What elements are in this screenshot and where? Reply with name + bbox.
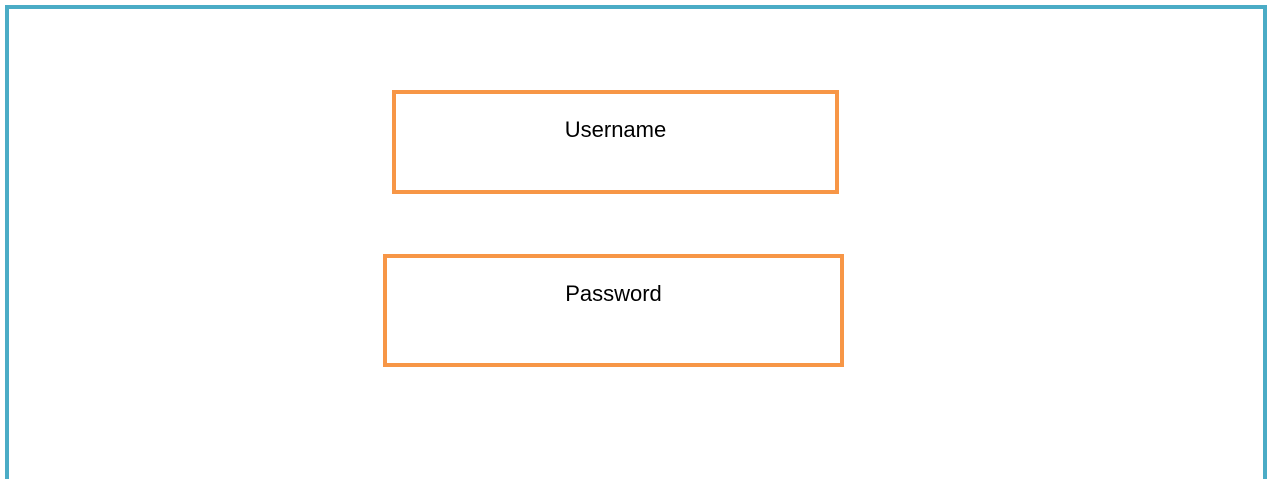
password-placeholder: Password	[565, 281, 662, 306]
login-window-frame: Username Password	[5, 5, 1267, 479]
username-field[interactable]: Username	[392, 90, 839, 194]
password-field[interactable]: Password	[383, 254, 844, 367]
username-placeholder: Username	[564, 117, 667, 142]
